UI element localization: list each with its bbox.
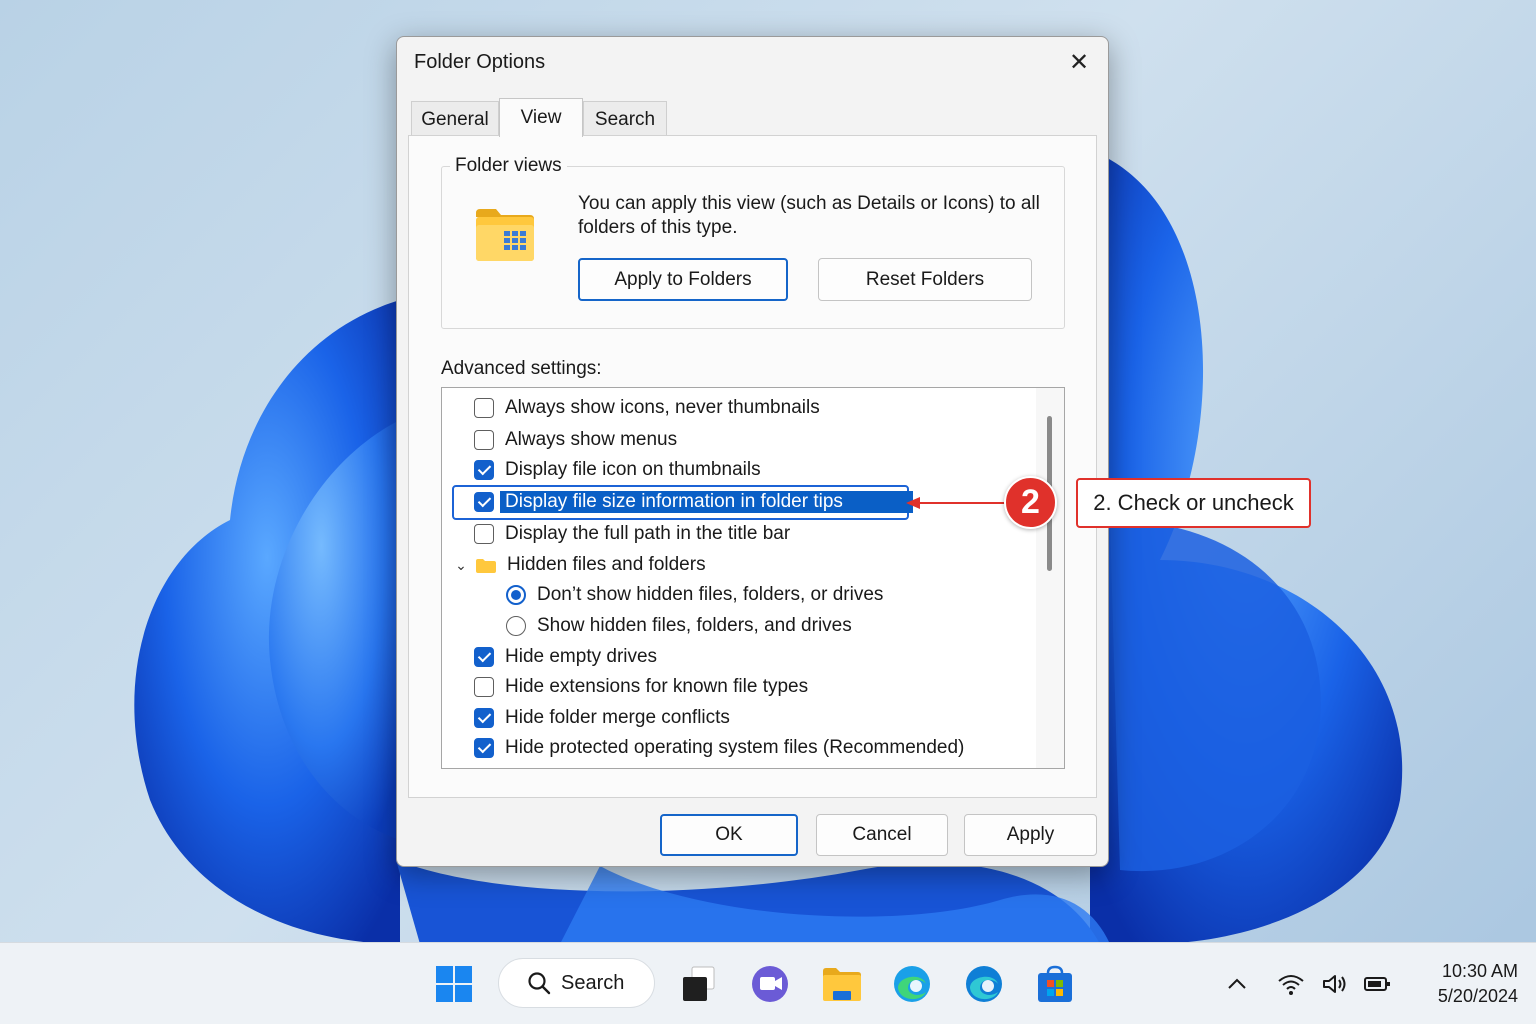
setting-hide-extensions[interactable]: Hide extensions for known file types [474,674,808,700]
setting-label: Display the full path in the title bar [505,523,791,544]
clock-date: 5/20/2024 [1437,986,1518,1006]
checkbox[interactable] [474,524,494,544]
setting-label: Display file icon on thumbnails [505,459,761,480]
setting-label: Always show menus [505,429,678,450]
scrollbar-track[interactable] [1036,388,1064,768]
setting-label: Hide folder merge conflicts [505,707,730,728]
edge-beta-icon[interactable] [960,960,1008,1008]
option-label: Don’t show hidden files, folders, or dri… [537,584,884,605]
checkbox[interactable] [474,430,494,450]
callout-text-box: 2. Check or uncheck [1076,478,1311,528]
folder-views-group: Folder views You can apply this view (su… [441,155,1065,329]
search-label: Search [561,971,625,994]
checkbox-checked[interactable] [474,708,494,728]
folder-icon [476,558,496,573]
setting-label: Hidden files and folders [507,554,706,575]
setting-display-full-path[interactable]: Display the full path in the title bar [474,521,790,547]
radio[interactable] [506,616,526,636]
setting-label: Hide extensions for known file types [505,676,809,697]
reset-folders-button[interactable]: Reset Folders [818,258,1032,301]
setting-hide-protected-files[interactable]: Hide protected operating system files (R… [474,735,964,761]
apply-button[interactable]: Apply [964,814,1097,856]
option-show-hidden[interactable]: Show hidden files, folders, and drives [506,613,852,639]
wifi-icon[interactable] [1275,968,1307,1000]
battery-icon[interactable] [1361,968,1393,1000]
start-icon[interactable] [430,960,478,1008]
setting-label-selected: Display file size information in folder … [500,491,913,513]
chevron-up-icon[interactable] [1221,968,1253,1000]
setting-display-file-size[interactable]: Display file size information in folder … [474,489,913,515]
teams-chat-icon[interactable] [746,960,794,1008]
folder-views-description: You can apply this view (such as Details… [578,193,1040,238]
checkbox[interactable] [474,677,494,697]
tab-search[interactable]: Search [583,101,667,137]
taskbar: Search 10:30 AM 5/20/2024 [0,942,1536,1024]
setting-label: Hide protected operating system files (R… [505,737,965,758]
taskbar-clock[interactable]: 10:30 AM 5/20/2024 [1408,959,1518,1009]
ok-button[interactable]: OK [660,814,798,856]
folder-view-icon [476,209,534,261]
option-dont-show-hidden[interactable]: Don’t show hidden files, folders, or dri… [506,582,883,608]
advanced-settings-label: Advanced settings: [441,358,602,379]
tab-view[interactable]: View [499,98,583,137]
checkbox-checked[interactable] [474,492,494,512]
callout-arrow [906,497,1008,509]
task-view-icon[interactable] [674,960,722,1008]
file-explorer-icon[interactable] [818,960,866,1008]
search-icon [528,972,551,995]
checkbox-checked[interactable] [474,738,494,758]
checkbox[interactable] [474,398,494,418]
cancel-button[interactable]: Cancel [816,814,948,856]
close-icon[interactable]: ✕ [1064,47,1094,77]
option-label: Show hidden files, folders, and drives [537,615,852,636]
taskbar-search-box[interactable]: Search [498,958,655,1008]
apply-to-folders-button[interactable]: Apply to Folders [578,258,788,301]
chevron-down-icon[interactable]: ⌄ [454,557,468,574]
volume-icon[interactable] [1319,968,1351,1000]
checkbox-checked[interactable] [474,460,494,480]
setting-hide-empty-drives[interactable]: Hide empty drives [474,644,657,670]
setting-hide-merge-conflicts[interactable]: Hide folder merge conflicts [474,705,730,731]
setting-label: Hide empty drives [505,646,658,667]
store-icon[interactable] [1031,960,1079,1008]
view-tab-panel: Folder views You can apply this view (su… [408,135,1097,798]
folder-options-dialog: Folder Options ✕ General View Search Fol… [396,36,1109,867]
folder-views-legend: Folder views [450,155,567,177]
setting-label: Always show icons, never thumbnails [505,397,820,418]
dialog-title: Folder Options [414,51,546,73]
radio-selected[interactable] [506,585,526,605]
tab-general[interactable]: General [411,101,499,137]
advanced-settings-list: Always show icons, never thumbnails Alwa… [441,387,1065,769]
setting-hidden-files-folder[interactable]: ⌄ Hidden files and folders [454,552,706,578]
edge-icon[interactable] [888,960,936,1008]
setting-display-file-icon[interactable]: Display file icon on thumbnails [474,457,761,483]
clock-time: 10:30 AM [1441,961,1518,981]
setting-always-show-icons[interactable]: Always show icons, never thumbnails [474,395,820,421]
setting-always-show-menus[interactable]: Always show menus [474,427,677,453]
callout-step-badge: 2 [1004,476,1057,529]
checkbox-checked[interactable] [474,647,494,667]
